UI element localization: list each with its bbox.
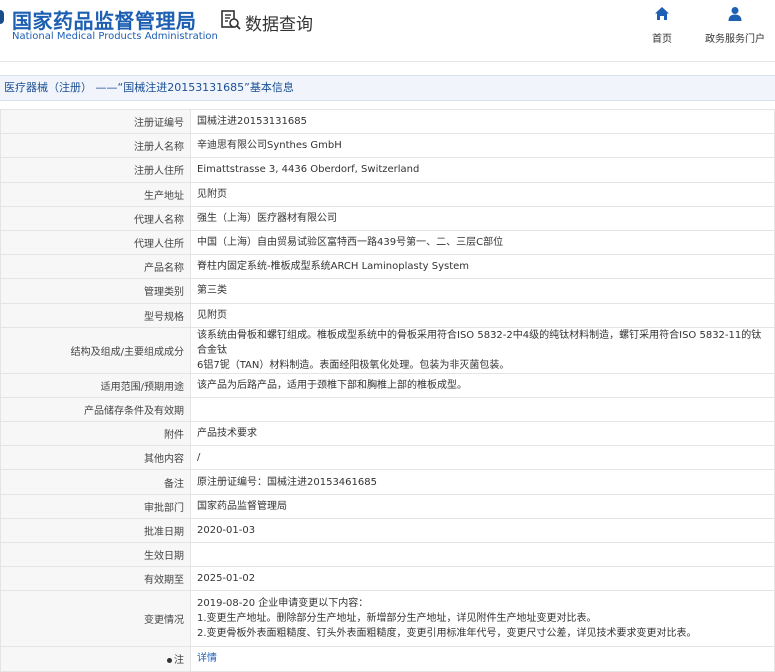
field-label: 产品名称 (0, 254, 191, 280)
nav-home-label: 首页 (652, 34, 672, 45)
table-row: 型号规格 见附页 (0, 302, 775, 328)
nav-service-portal-label: 政务服务门户 (705, 34, 765, 45)
field-label: 适用范围/预期用途 (0, 372, 191, 398)
table-row: 生产地址 见附页 (0, 181, 775, 207)
field-label: 管理类别 (0, 278, 191, 304)
field-value: 产品技术要求 (190, 421, 775, 447)
brand-name-cn: 国家药品监督管理局 (12, 9, 197, 33)
field-label: 批准日期 (0, 517, 191, 544)
value-line: 2019-08-20 企业申请变更以下内容： (197, 598, 369, 610)
user-icon (727, 6, 743, 26)
table-row: 附件 产品技术要求 (0, 421, 775, 447)
field-label: 有效期至 (0, 566, 191, 592)
data-query-heading: 数据查询 (220, 9, 313, 35)
brand-name-en: National Medical Products Administration (12, 31, 218, 42)
field-value: 强生（上海）医疗器材有限公司 (190, 205, 775, 231)
table-row: 代理人名称 强生（上海）医疗器材有限公司 (0, 205, 775, 231)
field-value: 脊柱内固定系统-椎板成型系统ARCH Laminoplasty System (190, 254, 775, 280)
table-row: 适用范围/预期用途 该产品为后路产品，适用于颈椎下部和胸椎上部的椎板成型。 (0, 372, 775, 398)
field-value: 该系统由骨板和螺钉组成。椎板成型系统中的骨板采用符合ISO 5832-2中4级的… (190, 326, 775, 374)
field-label: 生产地址 (0, 181, 191, 207)
value-line: 1.变更生产地址。删除部分生产地址，新增部分生产地址，详见附件生产地址变更对比表… (197, 613, 597, 625)
nav-service-portal[interactable]: 政务服务门户 (705, 6, 765, 45)
site-header: 国家药品监督管理局 National Medical Products Admi… (0, 0, 775, 62)
field-value: / (190, 445, 775, 471)
brand-emblem (0, 10, 4, 24)
data-query-icon (220, 9, 242, 35)
field-value: 见附页 (190, 181, 775, 207)
field-value: 2020-01-03 (190, 517, 775, 544)
table-row: 注册证编号 国械注进20153131685 (0, 108, 775, 135)
table-row: 备注 原注册证编号：国械注进20153461685 (0, 469, 775, 495)
table-row: 其他内容 / (0, 445, 775, 471)
nav-home[interactable]: 首页 (652, 6, 672, 45)
detail-table: 注册证编号 国械注进20153131685 注册人名称 辛迪思有限公司Synth… (0, 108, 775, 672)
table-row: 代理人住所 中国（上海）自由贸易试验区富特西一路439号第一、二、三层C部位 (0, 229, 775, 256)
field-value: 原注册证编号：国械注进20153461685 (190, 469, 775, 495)
field-value (190, 541, 775, 568)
field-label: 审批部门 (0, 493, 191, 519)
value-line: 该系统由骨板和螺钉组成。椎板成型系统中的骨板采用符合ISO 5832-2中4级的… (197, 329, 762, 356)
field-label: 备注 (0, 469, 191, 495)
field-value: Eimattstrasse 3, 4436 Oberdorf, Switzerl… (190, 157, 775, 183)
table-row: 生效日期 (0, 541, 775, 568)
field-value (190, 396, 775, 423)
table-row: 注册人名称 辛迪思有限公司Synthes GmbH (0, 133, 775, 159)
field-label: 注册人住所 (0, 157, 191, 183)
table-row: 注 详情 (0, 646, 775, 672)
field-value: 详情 (190, 646, 775, 672)
field-value: 辛迪思有限公司Synthes GmbH (190, 133, 775, 159)
field-label: 型号规格 (0, 302, 191, 328)
data-query-title: 数据查询 (245, 14, 313, 35)
table-row: 结构及组成/主要组成成分 该系统由骨板和螺钉组成。椎板成型系统中的骨板采用符合I… (0, 326, 775, 374)
table-row: 产品储存条件及有效期 (0, 396, 775, 423)
bullet-icon (167, 657, 172, 663)
field-label: 其他内容 (0, 445, 191, 471)
field-label: 结构及组成/主要组成成分 (0, 326, 191, 374)
field-value: 第三类 (190, 278, 775, 304)
table-row: 批准日期 2020-01-03 (0, 517, 775, 544)
page-title: 医疗器械（注册） ——“国械注进20153131685”基本信息 (0, 75, 775, 101)
field-value: 国械注进20153131685 (190, 108, 775, 135)
field-label: 变更情况 (0, 590, 191, 648)
field-label: 代理人名称 (0, 205, 191, 231)
table-row: 产品名称 脊柱内固定系统-椎板成型系统ARCH Laminoplasty Sys… (0, 254, 775, 280)
field-label: 附件 (0, 421, 191, 447)
field-value: 2025-01-02 (190, 566, 775, 592)
field-value: 中国（上海）自由贸易试验区富特西一路439号第一、二、三层C部位 (190, 229, 775, 256)
field-value: 2019-08-20 企业申请变更以下内容： 1.变更生产地址。删除部分生产地址… (190, 590, 775, 648)
field-value: 见附页 (190, 302, 775, 328)
table-row: 管理类别 第三类 (0, 278, 775, 304)
table-row: 变更情况 2019-08-20 企业申请变更以下内容： 1.变更生产地址。删除部… (0, 590, 775, 648)
field-value: 该产品为后路产品，适用于颈椎下部和胸椎上部的椎板成型。 (190, 372, 775, 398)
field-value: 国家药品监督管理局 (190, 493, 775, 519)
table-row: 有效期至 2025-01-02 (0, 566, 775, 592)
table-row: 注册人住所 Eimattstrasse 3, 4436 Oberdorf, Sw… (0, 157, 775, 183)
field-label: 注 (0, 646, 191, 672)
field-label: 注册人名称 (0, 133, 191, 159)
table-row: 审批部门 国家药品监督管理局 (0, 493, 775, 519)
field-label: 代理人住所 (0, 229, 191, 256)
note-label: 注 (174, 655, 184, 667)
value-line: 2.变更骨板外表面粗糙度、钉头外表面粗糙度，变更引用标准年代号，变更尺寸公差，详… (197, 628, 697, 640)
home-icon (654, 6, 670, 26)
value-line: 6铝7铌（TAN）材料制造。表面经阳极氧化处理。包装为非灭菌包装。 (197, 359, 510, 371)
field-label: 注册证编号 (0, 108, 191, 135)
field-label: 产品储存条件及有效期 (0, 396, 191, 423)
field-label: 生效日期 (0, 541, 191, 568)
